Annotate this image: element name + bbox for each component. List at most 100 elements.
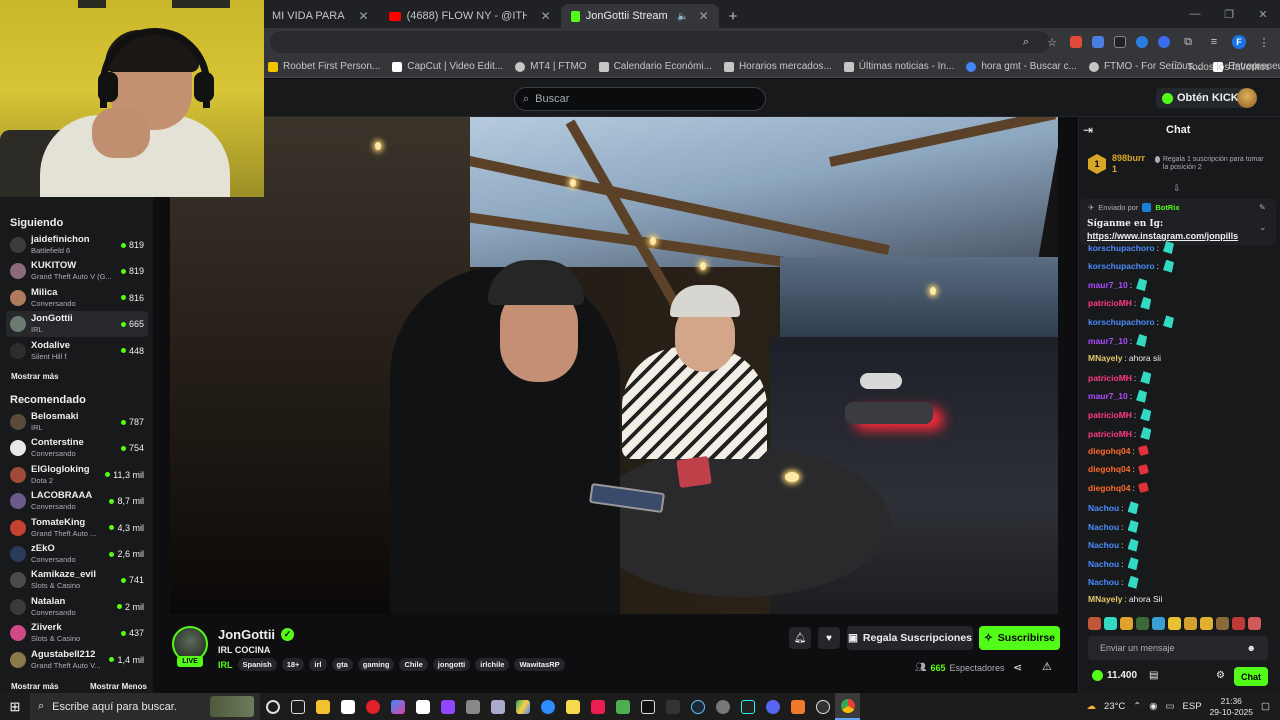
emote-icon[interactable] — [1136, 617, 1149, 630]
share-icon[interactable]: ⋖ — [1013, 661, 1022, 674]
streamer-name[interactable]: JonGottii ✓ — [218, 627, 295, 642]
notepad-icon[interactable] — [335, 693, 360, 720]
pinned-bot-name[interactable]: BotRix — [1155, 203, 1179, 212]
weather-value[interactable]: 23°C — [1104, 701, 1125, 712]
chat-message-input[interactable]: Enviar un mensaje ☻ — [1088, 636, 1268, 660]
chat-username[interactable]: MNayely — [1088, 353, 1123, 363]
chat-username[interactable]: patricioMH — [1088, 373, 1132, 383]
app-icon[interactable] — [810, 693, 835, 720]
translate-icon[interactable] — [1092, 36, 1104, 48]
collapse-chat-icon[interactable]: ⇥ — [1083, 123, 1093, 137]
unpin-icon[interactable]: ✎ — [1259, 203, 1266, 212]
chrome-tray-icon[interactable]: ◉ — [1149, 701, 1157, 712]
extensions-puzzle-icon[interactable]: ⧉ — [1180, 34, 1196, 50]
minecraft-icon[interactable] — [610, 693, 635, 720]
settings-gear-icon[interactable]: ⚙ — [1216, 670, 1225, 681]
bookmark[interactable]: Últimas noticias - In... — [838, 61, 961, 72]
chevron-up-icon[interactable]: ⌃ — [1133, 701, 1141, 712]
gift-icon[interactable]: ▤ — [1149, 670, 1158, 681]
show-more-following[interactable]: Mostrar más — [11, 372, 59, 381]
gift-subs-button[interactable]: ▣ Regala Suscripciones — [847, 626, 973, 650]
close-tab-icon[interactable]: ✕ — [541, 9, 551, 23]
restore-icon[interactable]: ❐ — [1212, 0, 1246, 28]
chat-username[interactable]: korschupachoro — [1088, 243, 1155, 253]
tab-kick[interactable]: JonGottii Stream - Watch L 🔈 ✕ — [560, 4, 719, 28]
language-indicator[interactable]: ESP — [1183, 701, 1202, 712]
capcut-icon[interactable] — [635, 693, 660, 720]
close-window-icon[interactable]: ✕ — [1246, 0, 1280, 28]
file-explorer-icon[interactable] — [310, 693, 335, 720]
tiktok-icon[interactable] — [585, 693, 610, 720]
chat-username[interactable]: maur7_10 — [1088, 336, 1128, 346]
epic-games-icon[interactable] — [660, 693, 685, 720]
chat-username[interactable]: Nachou — [1088, 577, 1119, 587]
reading-list-icon[interactable]: ≡ — [1206, 34, 1222, 50]
discord-icon[interactable] — [760, 693, 785, 720]
tag-chip[interactable]: irl — [309, 658, 327, 671]
tag-chip[interactable]: WawitasRP — [514, 658, 565, 671]
channel-row[interactable]: Ziiverk Slots & Casino 437 — [6, 620, 148, 646]
chat-username[interactable]: diegohq04 — [1088, 446, 1131, 456]
emote-icon[interactable] — [1168, 617, 1181, 630]
gifter-name[interactable]: 898burr — [1112, 153, 1149, 164]
tiktok-icon[interactable] — [735, 693, 760, 720]
twitch-icon[interactable] — [435, 693, 460, 720]
channel-row[interactable]: Kamikaze_evil Slots & Casino 741 — [6, 567, 148, 593]
tab-music[interactable]: MI VIDA PARA ✕ — [262, 4, 379, 28]
bookmark-star-icon[interactable]: ☆ — [1044, 34, 1060, 50]
extension-icon[interactable] — [1114, 36, 1126, 48]
opera-icon[interactable] — [360, 693, 385, 720]
kicks-balance[interactable]: 11.400 — [1092, 670, 1137, 681]
chat-username[interactable]: patricioMH — [1088, 429, 1132, 439]
minimize-icon[interactable]: — — [1178, 0, 1212, 28]
tag-chip[interactable]: Chile — [399, 658, 428, 671]
tag-chip[interactable]: 18+ — [281, 658, 305, 671]
tag-chip[interactable]: irlchile — [475, 658, 510, 671]
taskbar-search[interactable]: ⌕ Escribe aquí para buscar. — [30, 693, 260, 720]
speaker-icon[interactable]: 🔈 — [677, 11, 688, 22]
channel-row[interactable]: ElGlogloking Dota 2 11,3 mil — [6, 462, 148, 488]
chat-username[interactable]: Nachou — [1088, 540, 1119, 550]
extension-icon[interactable] — [1070, 36, 1082, 48]
new-tab-button[interactable]: + — [719, 4, 748, 28]
category-link[interactable]: IRL — [218, 660, 233, 670]
channel-row[interactable]: Milica Conversando 816 — [6, 285, 148, 311]
document-icon[interactable] — [410, 693, 435, 720]
chat-username[interactable]: maur7_10 — [1088, 391, 1128, 401]
tag-chip[interactable]: gta — [331, 658, 353, 671]
video-player[interactable] — [170, 117, 1058, 614]
task-view-icon[interactable] — [285, 693, 310, 720]
menu-kebab-icon[interactable]: ⋮ — [1256, 34, 1272, 50]
chrome-icon[interactable] — [835, 693, 860, 720]
channel-row[interactable]: Belosmaki IRL 787 — [6, 409, 148, 435]
channel-row[interactable]: KUKITOW Grand Theft Auto V (G... 819 — [6, 258, 148, 284]
chat-username[interactable]: patricioMH — [1088, 410, 1132, 420]
tag-chip[interactable]: Spanish — [237, 658, 277, 671]
close-tab-icon[interactable]: ✕ — [359, 9, 369, 23]
emote-icon[interactable] — [1088, 617, 1101, 630]
channel-row[interactable]: JonGottii IRL 665 — [6, 311, 148, 338]
close-tab-icon[interactable]: ✕ — [699, 9, 709, 23]
cortana-icon[interactable] — [260, 693, 285, 720]
channel-row[interactable]: Conterstine Conversando 754 — [6, 435, 148, 461]
follow-button[interactable]: ♥ — [818, 627, 840, 649]
app-icon[interactable] — [485, 693, 510, 720]
emote-icon[interactable] — [1104, 617, 1117, 630]
chat-username[interactable]: korschupachoro — [1088, 261, 1155, 271]
search-input[interactable]: ⌕ Buscar — [514, 87, 766, 111]
notifications-icon[interactable]: ▢ — [1261, 701, 1270, 712]
clock[interactable]: 21:36 29-10-2025 — [1210, 696, 1253, 718]
user-avatar[interactable] — [1237, 88, 1257, 108]
channel-row[interactable]: Agustabell212 Grand Theft Auto V... 1,4 mi… — [6, 647, 148, 673]
show-more-recommended[interactable]: Mostrar más — [11, 682, 59, 691]
notifications-button[interactable]: 🔔︎ — [789, 627, 811, 649]
zoom-icon[interactable] — [535, 693, 560, 720]
channel-row[interactable]: zEkO Conversando 2,6 mil — [6, 541, 148, 567]
chat-username[interactable]: maur7_10 — [1088, 280, 1128, 290]
app-icon[interactable] — [785, 693, 810, 720]
emote-icon[interactable] — [1184, 617, 1197, 630]
sticky-notes-icon[interactable] — [560, 693, 585, 720]
extension-icon[interactable] — [1158, 36, 1170, 48]
chat-username[interactable]: diegohq04 — [1088, 483, 1131, 493]
chat-username[interactable]: diegohq04 — [1088, 464, 1131, 474]
